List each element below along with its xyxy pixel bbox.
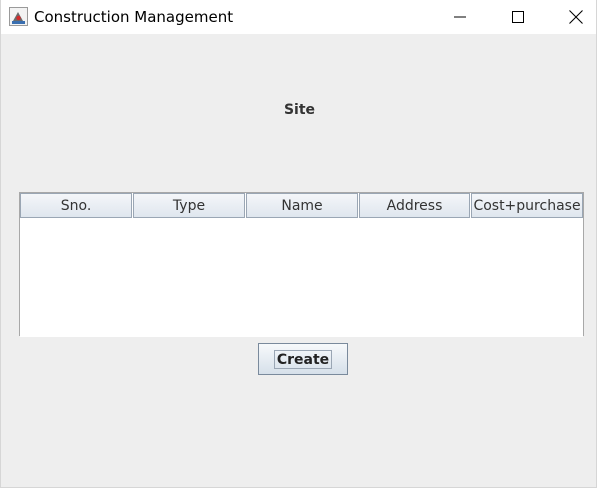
create-button-label: Create <box>273 349 333 369</box>
maximize-icon <box>512 11 524 23</box>
site-table[interactable]: Sno. Type Name Address Cost+purchase <box>19 192 584 337</box>
column-header-name[interactable]: Name <box>246 193 358 218</box>
close-icon <box>569 10 583 24</box>
page-title: Site <box>283 102 316 118</box>
app-window: Construction Management Site Sno. Type N… <box>0 0 597 488</box>
title-bar[interactable]: Construction Management <box>1 0 596 34</box>
java-cup-icon <box>9 7 28 26</box>
column-header-type[interactable]: Type <box>133 193 245 218</box>
window-title: Construction Management <box>34 8 234 26</box>
create-button[interactable]: Create <box>258 343 348 375</box>
table-header: Sno. Type Name Address Cost+purchase <box>20 193 583 218</box>
minimize-button[interactable] <box>437 0 483 34</box>
column-header-address[interactable]: Address <box>359 193 470 218</box>
close-button[interactable] <box>553 0 596 34</box>
table-body[interactable] <box>20 219 583 337</box>
column-header-sno[interactable]: Sno. <box>20 193 132 218</box>
minimize-icon <box>454 11 466 23</box>
maximize-button[interactable] <box>495 0 541 34</box>
column-header-cost-purchase[interactable]: Cost+purchase <box>471 193 583 218</box>
